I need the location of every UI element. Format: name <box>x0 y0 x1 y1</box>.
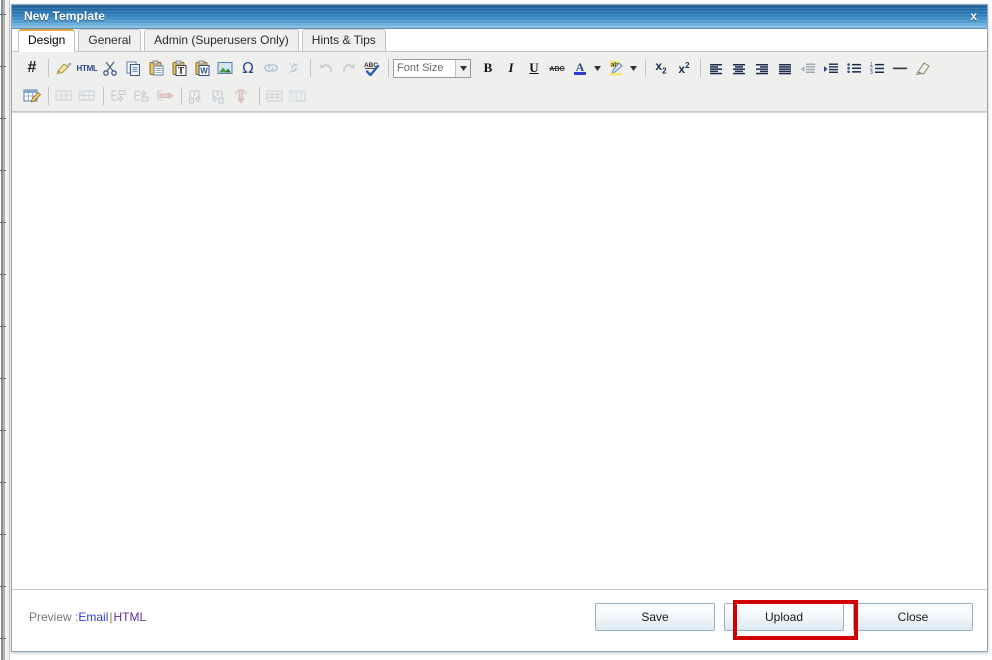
split-merged-cells-icon <box>264 85 286 107</box>
strikethrough-icon[interactable]: ABC <box>546 57 568 79</box>
close-button[interactable]: Close <box>853 603 973 631</box>
font-size-dropdown-icon[interactable] <box>455 59 470 77</box>
merge-field-icon[interactable]: # <box>21 57 43 79</box>
table-cell-properties-icon <box>76 85 98 107</box>
tab-admin-superusers-only[interactable]: Admin (Superusers Only) <box>144 29 299 51</box>
text-color-dropdown-icon[interactable] <box>592 57 603 79</box>
bold-icon[interactable]: B <box>477 57 499 79</box>
toolbar-row-2 <box>12 82 987 110</box>
screenshot-root: New Template x Design General Admin (Super… <box>0 0 992 660</box>
table-row-properties-icon <box>53 85 75 107</box>
insert-table-icon[interactable] <box>21 85 43 107</box>
dialog-footer: Preview :Email|HTML Save Upload Close <box>12 589 987 651</box>
tab-label: Admin (Superusers Only) <box>154 33 289 47</box>
horizontal-rule-icon[interactable] <box>889 57 911 79</box>
insert-row-after-icon <box>131 85 153 107</box>
tab-label: Design <box>28 33 66 47</box>
tab-design[interactable]: Design <box>18 29 76 52</box>
insert-image-icon[interactable] <box>214 57 236 79</box>
superscript-icon[interactable]: x2 <box>673 57 695 79</box>
paste-as-text-icon[interactable]: T <box>168 57 190 79</box>
highlight-color-dropdown-icon[interactable] <box>628 57 639 79</box>
italic-icon[interactable]: I <box>500 57 522 79</box>
insert-row-before-icon <box>108 85 130 107</box>
font-size-select[interactable]: Font Size <box>393 58 471 78</box>
svg-text:W: W <box>200 67 208 76</box>
new-template-dialog: New Template x Design General Admin (Super… <box>11 4 988 652</box>
align-right-icon[interactable] <box>751 57 773 79</box>
tab-label: Hints & Tips <box>311 33 376 47</box>
merge-table-cells-icon <box>287 85 309 107</box>
toolbar-separator <box>48 87 49 105</box>
upload-button[interactable]: Upload <box>724 603 844 631</box>
preview-email-link[interactable]: Email <box>78 610 108 624</box>
dialog-title: New Template <box>24 9 105 23</box>
spellcheck-icon[interactable]: ABC <box>361 57 383 79</box>
svg-text:ABC: ABC <box>549 66 564 73</box>
insert-column-before-icon <box>186 85 208 107</box>
insert-special-character-icon[interactable]: Ω <box>237 57 259 79</box>
underline-icon[interactable]: U <box>523 57 545 79</box>
dialog-titlebar: New Template x <box>12 5 987 29</box>
align-center-icon[interactable] <box>728 57 750 79</box>
preview-label: Preview : <box>29 610 79 624</box>
redo-icon <box>338 57 360 79</box>
remove-link-icon <box>283 57 305 79</box>
delete-row-icon <box>154 85 176 107</box>
tab-general[interactable]: General <box>78 29 142 51</box>
toolbar-separator <box>181 87 182 105</box>
outdent-icon <box>797 57 819 79</box>
cut-icon[interactable] <box>99 57 121 79</box>
toolbar-separator <box>103 87 104 105</box>
insert-column-after-icon <box>209 85 231 107</box>
toolbar-row-1: # HTML T W Ω ABC Font Size B I U ABC Aab x2 x2 1 2 3 <box>12 54 987 82</box>
remove-formatting-icon[interactable] <box>912 57 934 79</box>
undo-icon <box>315 57 337 79</box>
editor-toolbar: # HTML T W Ω ABC Font Size B I U ABC Aab x2 x2 1 2 3 <box>12 52 987 112</box>
font-size-value: Font Size <box>397 62 444 74</box>
bulleted-list-icon[interactable] <box>843 57 865 79</box>
button-label: Save <box>641 610 669 624</box>
preview-links: Preview :Email|HTML <box>29 610 146 624</box>
toolbar-separator <box>700 59 701 77</box>
highlight-color-icon[interactable]: ab <box>605 57 627 79</box>
toolbar-separator <box>388 59 389 77</box>
paste-from-word-icon[interactable]: W <box>191 57 213 79</box>
close-icon[interactable]: x <box>970 9 977 23</box>
tab-hints-tips[interactable]: Hints & Tips <box>301 29 386 51</box>
footer-button-row: Save Upload Close <box>586 603 973 631</box>
tab-bar: Design General Admin (Superusers Only) Hint… <box>12 29 987 52</box>
svg-text:T: T <box>178 66 184 76</box>
toolbar-separator <box>310 59 311 77</box>
subscript-icon[interactable]: x2 <box>650 57 672 79</box>
editor-content-area[interactable] <box>12 112 987 589</box>
svg-text:A: A <box>576 60 585 74</box>
align-left-icon[interactable] <box>705 57 727 79</box>
copy-icon[interactable] <box>122 57 144 79</box>
toolbar-separator <box>259 87 260 105</box>
toolbar-separator <box>48 59 49 77</box>
button-label: Upload <box>764 610 804 624</box>
save-button[interactable]: Save <box>595 603 715 631</box>
indent-icon[interactable] <box>820 57 842 79</box>
button-label: Close <box>897 610 929 624</box>
delete-column-icon <box>232 85 254 107</box>
align-justify-icon[interactable] <box>774 57 796 79</box>
insert-link-icon <box>260 57 282 79</box>
edit-html-source-icon[interactable]: HTML <box>76 57 98 79</box>
paste-icon[interactable] <box>145 57 167 79</box>
toolbar-separator <box>645 59 646 77</box>
svg-text:3: 3 <box>870 70 873 75</box>
tab-label: General <box>88 33 132 47</box>
numbered-list-icon[interactable]: 123 <box>866 57 888 79</box>
preview-html-link[interactable]: HTML <box>114 610 147 624</box>
cleanup-html-icon[interactable] <box>53 57 75 79</box>
text-color-icon[interactable]: A <box>569 57 591 79</box>
